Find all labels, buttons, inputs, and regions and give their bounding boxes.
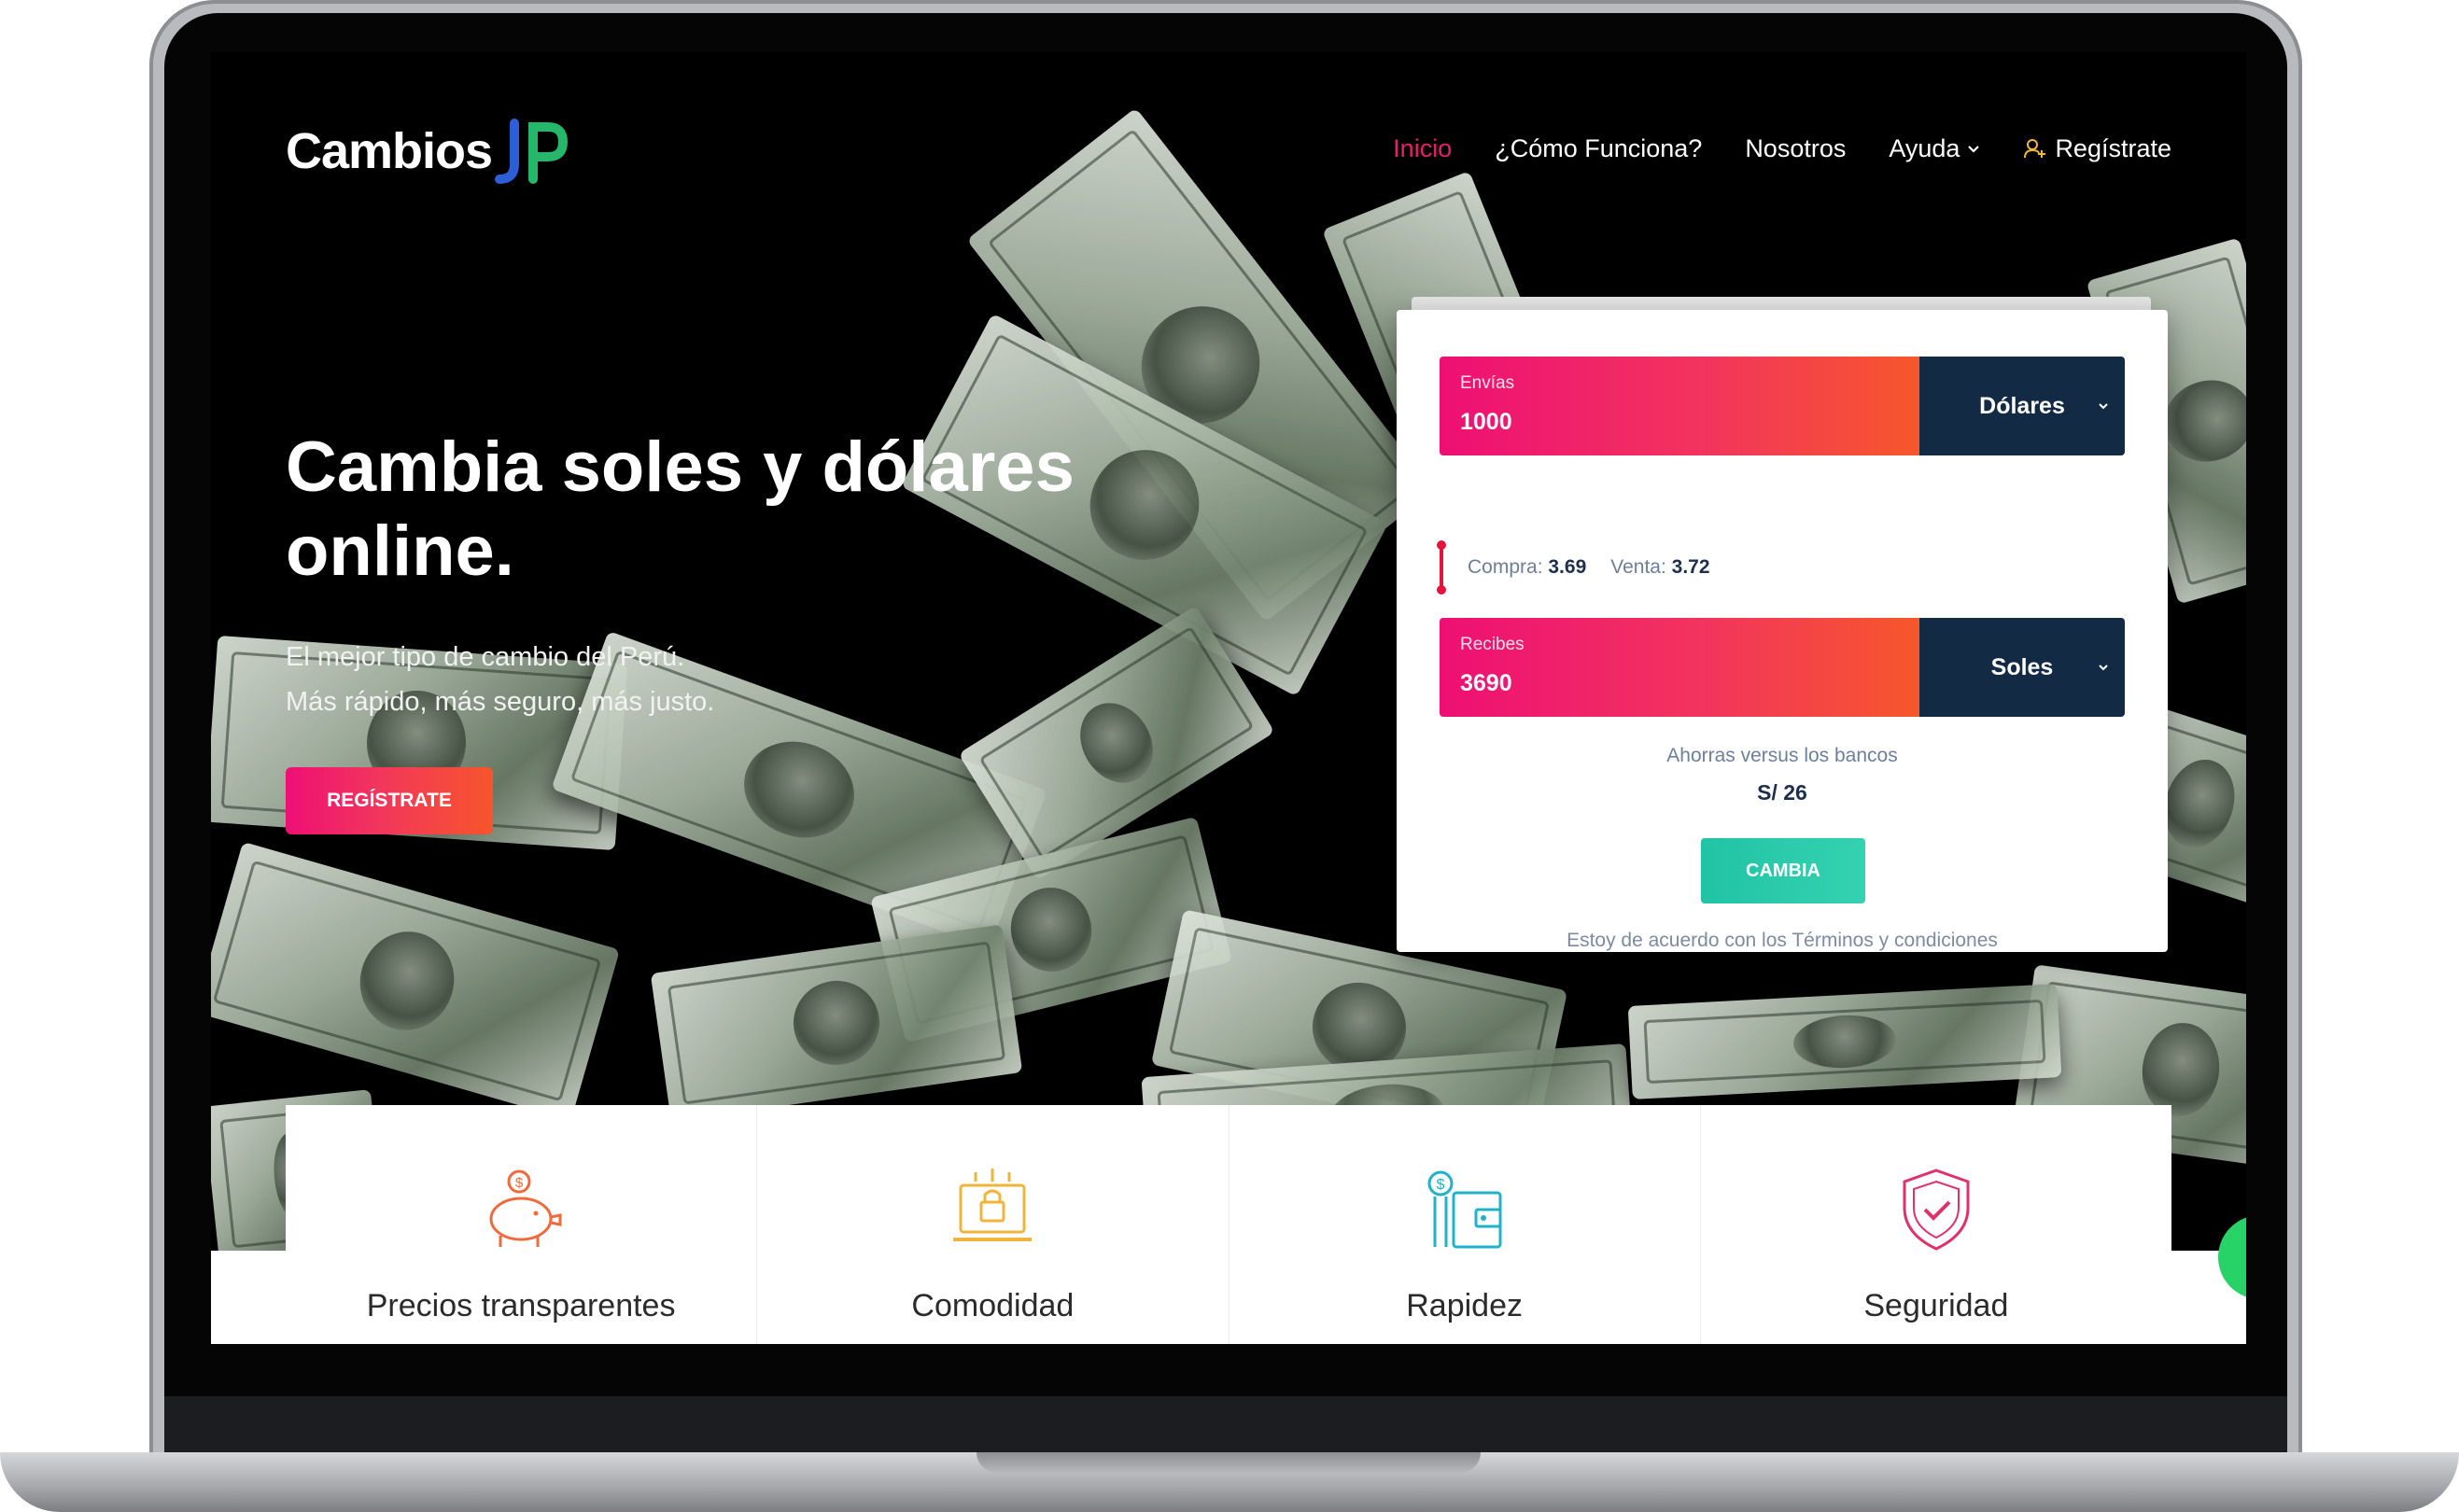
feature-label: Comodidad xyxy=(911,1288,1075,1323)
features-row: $ Precios transparentes Comodidad $ Rapi… xyxy=(286,1105,2171,1344)
nav-item-nosotros[interactable]: Nosotros xyxy=(1745,134,1846,163)
feature-card: $ Precios transparentes xyxy=(286,1105,758,1344)
screen-footer-strip xyxy=(164,1396,2287,1452)
exchange-button[interactable]: CAMBIA xyxy=(1701,838,1865,903)
feature-label: Seguridad xyxy=(1863,1288,2009,1323)
feature-label: Rapidez xyxy=(1406,1288,1523,1323)
nav-item-inicio[interactable]: Inicio xyxy=(1393,134,1452,163)
send-amount-field[interactable]: Envías 1000 xyxy=(1440,357,1919,455)
savings-label: Ahorras versus los bancos xyxy=(1666,745,1898,766)
send-row: Envías 1000 Dólares xyxy=(1440,357,2125,455)
nav-item-label: Regístrate xyxy=(2055,134,2171,162)
hero-title: Cambia soles y dólares online. xyxy=(286,427,1075,591)
sell-rate: Venta: 3.72 xyxy=(1610,556,1709,579)
chevron-down-icon xyxy=(2099,665,2108,671)
feature-card: $ Rapidez xyxy=(1230,1105,1701,1344)
logo-text: Cambios xyxy=(286,123,493,179)
laptop-lock-icon xyxy=(953,1169,1033,1241)
nav-item-ayuda[interactable]: Ayuda xyxy=(1889,134,1980,163)
site-logo[interactable]: Cambios xyxy=(286,114,569,189)
register-button[interactable]: REGÍSTRATE xyxy=(286,767,493,834)
feature-card: Seguridad xyxy=(1701,1105,2171,1344)
website-screen: Cambios Inicio ¿Cómo Funciona? Nosotros … xyxy=(211,52,2246,1344)
svg-text:$: $ xyxy=(1436,1177,1444,1193)
main-menu: Inicio ¿Cómo Funciona? Nosotros Ayuda Re… xyxy=(1393,134,2171,163)
nav-item-label: ¿Cómo Funciona? xyxy=(1495,134,1703,162)
send-amount-value: 1000 xyxy=(1460,409,1512,435)
receive-row: Recibes 3690 Soles xyxy=(1440,618,2125,717)
savings-info: Ahorras versus los bancos S/ 26 xyxy=(1397,745,2168,805)
buy-rate-value: 3.69 xyxy=(1548,556,1587,578)
nav-item-label: Inicio xyxy=(1393,134,1453,162)
receive-currency-label: Soles xyxy=(1990,653,2054,680)
feature-card: Comodidad xyxy=(757,1105,1230,1344)
hero-subtitle-line: El mejor tipo de cambio del Perú. xyxy=(286,642,685,672)
chevron-down-icon xyxy=(2099,403,2108,410)
hero-subtitle-line: Más rápido, más seguro, más justo. xyxy=(286,687,715,717)
send-label: Envías xyxy=(1460,373,1515,393)
exchange-rates: Compra: 3.69 Venta: 3.72 xyxy=(1437,540,1735,595)
laptop-base-notch xyxy=(977,1452,1481,1473)
shield-check-icon xyxy=(1903,1169,1970,1251)
svg-text:$: $ xyxy=(515,1175,524,1191)
send-currency-label: Dólares xyxy=(1979,392,2065,419)
bill-image xyxy=(211,841,621,1121)
buy-rate-label: Compra: xyxy=(1468,556,1543,578)
receive-amount-field[interactable]: Recibes 3690 xyxy=(1440,618,1919,717)
logo-mark-icon xyxy=(495,119,569,184)
sell-rate-label: Venta: xyxy=(1610,556,1666,578)
sell-rate-value: 3.72 xyxy=(1671,556,1710,578)
bill-image xyxy=(1627,984,2062,1099)
receive-currency-select[interactable]: Soles xyxy=(1919,618,2125,717)
wallet-money-icon: $ xyxy=(1427,1170,1502,1249)
nav-item-registrate[interactable]: Regístrate xyxy=(2023,134,2171,163)
user-add-icon xyxy=(2024,138,2046,158)
piggy-bank-icon: $ xyxy=(489,1169,562,1247)
terms-link[interactable]: Estoy de acuerdo con los Términos y cond… xyxy=(1397,930,2168,952)
buy-rate: Compra: 3.69 xyxy=(1468,556,1586,579)
receive-amount-value: 3690 xyxy=(1460,670,1512,696)
card-shadow-edge xyxy=(1412,297,2151,310)
currency-converter-card: Envías 1000 Dólares Compra: 3.69 Venta: … xyxy=(1397,310,2168,952)
nav-item-como-funciona[interactable]: ¿Cómo Funciona? xyxy=(1495,134,1702,163)
receive-label: Recibes xyxy=(1460,635,1525,654)
top-navigation: Cambios Inicio ¿Cómo Funciona? Nosotros … xyxy=(211,52,2246,258)
hero-subtitle: El mejor tipo de cambio del Perú. Más rá… xyxy=(286,635,714,724)
feature-label: Precios transparentes xyxy=(366,1288,676,1323)
rate-indicator xyxy=(1437,540,1446,595)
send-currency-select[interactable]: Dólares xyxy=(1919,357,2125,455)
bill-image xyxy=(650,924,1023,1122)
savings-value: S/ 26 xyxy=(1757,780,1807,805)
chevron-down-icon xyxy=(1968,145,1980,153)
nav-item-label: Ayuda xyxy=(1889,134,1960,162)
nav-item-label: Nosotros xyxy=(1745,134,1847,162)
